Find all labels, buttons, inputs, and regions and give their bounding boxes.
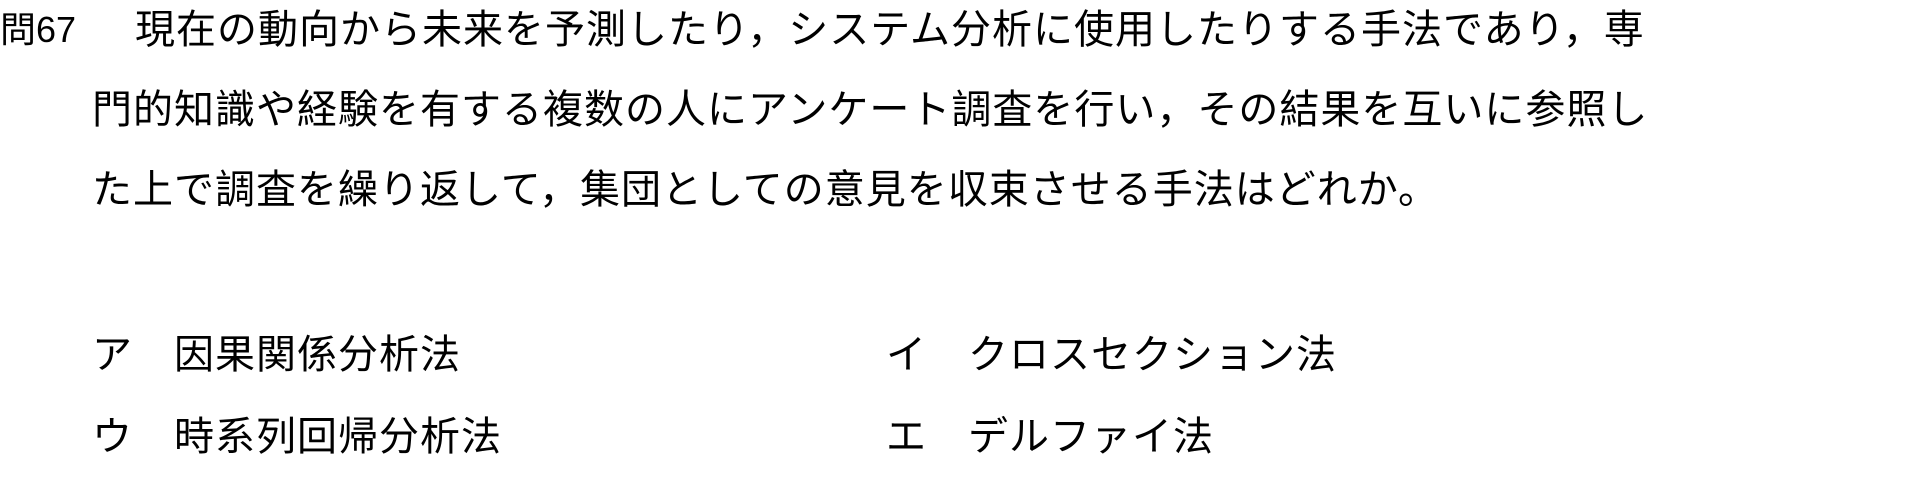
question-line-2: 門的知識や経験を有する複数の人にアンケート調査を行い，その結果を互いに参照し	[92, 87, 1649, 133]
option-text: クロスセクション法	[968, 332, 1337, 378]
question-number: 問67	[0, 9, 77, 50]
option-text: 時系列回帰分析法	[174, 414, 502, 460]
question-line-1: 現在の動向から未来を予測したり，システム分析に使用したりする手法であり，専	[135, 7, 1645, 53]
option-label: ア	[92, 332, 133, 378]
option-text: 因果関係分析法	[174, 332, 461, 378]
option-label: イ	[886, 332, 927, 378]
option-label: エ	[886, 414, 927, 460]
question-line-3: た上で調査を繰り返して，集団としての意見を収束させる手法はどれか。	[92, 167, 1439, 213]
option-text: デルファイ法	[968, 414, 1214, 460]
option-label: ウ	[92, 414, 133, 460]
